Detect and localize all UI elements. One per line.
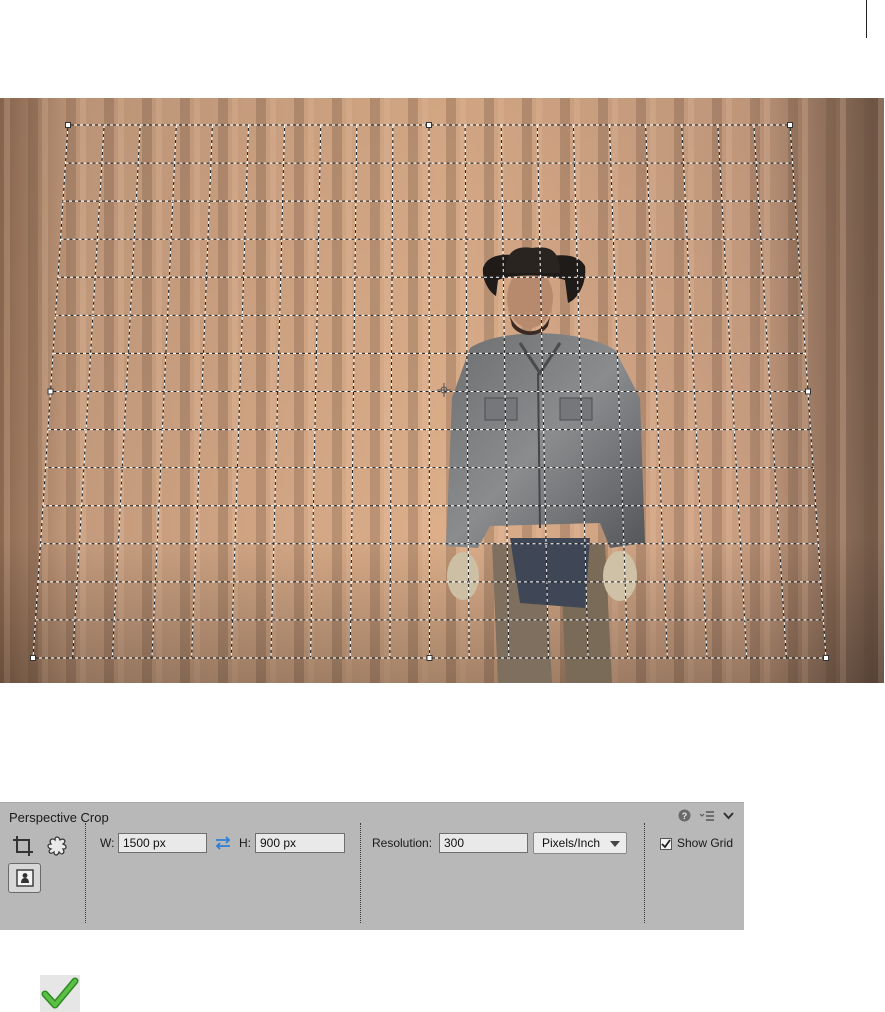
divider	[644, 823, 645, 923]
crop-handle[interactable]	[30, 655, 36, 661]
svg-text:?: ?	[682, 811, 688, 821]
crop-handle[interactable]	[823, 655, 829, 661]
page: Perspective Crop ? W: 1500 px H: 900 px …	[0, 0, 885, 1012]
units-value: Pixels/Inch	[542, 836, 601, 850]
height-label: H:	[239, 836, 251, 850]
divider	[360, 823, 361, 923]
help-icon[interactable]: ?	[678, 809, 691, 822]
crop-handle[interactable]	[426, 655, 433, 661]
panel-header-icons: ?	[678, 809, 734, 822]
crop-tool-button[interactable]	[11, 834, 35, 858]
width-input[interactable]	[118, 833, 207, 853]
resolution-units-select[interactable]: Pixels/Inch	[533, 832, 627, 854]
crop-handle[interactable]	[426, 122, 432, 128]
perspective-crop-tool-button[interactable]	[8, 863, 41, 893]
tool-options-panel: Perspective Crop ?	[0, 802, 744, 930]
divider	[866, 0, 867, 38]
chevron-down-icon[interactable]	[723, 811, 734, 820]
perspective-crop-icon	[15, 869, 34, 887]
height-input[interactable]	[255, 833, 345, 853]
cookie-cutter-icon	[47, 836, 67, 856]
panel-menu-icon[interactable]	[699, 810, 715, 822]
show-grid-checkbox[interactable]	[660, 838, 672, 850]
photo-canvas[interactable]	[0, 98, 884, 683]
crop-handle[interactable]	[805, 388, 811, 395]
crop-handle[interactable]	[787, 122, 793, 128]
divider	[85, 823, 86, 923]
resolution-input[interactable]	[439, 833, 528, 853]
swap-arrows-icon[interactable]	[214, 836, 232, 850]
width-label: W:	[100, 836, 115, 850]
show-grid-label: Show Grid	[677, 836, 734, 850]
cookie-cutter-tool-button[interactable]	[45, 834, 69, 858]
photo	[0, 98, 884, 683]
crop-handle[interactable]	[47, 388, 54, 395]
crop-handle[interactable]	[65, 122, 71, 128]
large-checkmark-icon	[40, 975, 80, 1012]
panel-title: Perspective Crop	[9, 810, 109, 825]
resolution-label: Resolution:	[372, 836, 433, 850]
crop-tool-icon	[13, 836, 33, 856]
checkbox-check-icon	[661, 839, 671, 849]
dropdown-arrow-icon	[610, 841, 620, 847]
